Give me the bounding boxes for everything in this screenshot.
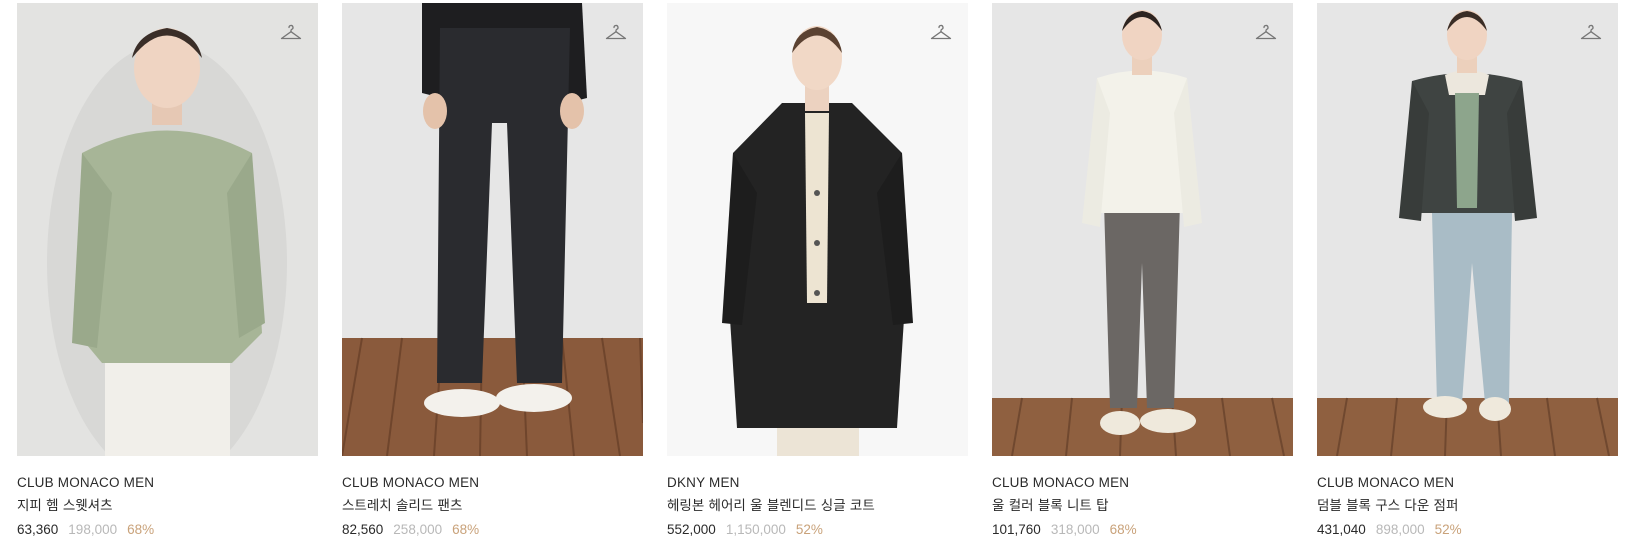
product-name[interactable]: 덤블 블록 구스 다운 점퍼 — [1317, 497, 1618, 515]
model-down-jumper-image — [1317, 3, 1618, 456]
discount-rate: 68% — [127, 522, 155, 537]
product-price: 552,000 1,150,000 52% — [667, 521, 968, 539]
original-price: 318,000 — [1050, 522, 1100, 537]
sale-price: 431,040 — [1317, 522, 1366, 537]
product-name[interactable]: 울 컬러 블록 니트 탑 — [992, 497, 1293, 515]
product-image[interactable] — [1317, 3, 1618, 456]
original-price: 258,000 — [393, 522, 443, 537]
product-brand[interactable]: CLUB MONACO MEN — [1317, 474, 1618, 492]
product-name[interactable]: 스트레치 솔리드 팬츠 — [342, 497, 643, 515]
product-card[interactable]: CLUB MONACO MEN 덤블 블록 구스 다운 점퍼 431,040 8… — [1317, 3, 1618, 539]
original-price: 898,000 — [1375, 522, 1425, 537]
product-card[interactable]: CLUB MONACO MEN 스트레치 솔리드 팬츠 82,560 258,0… — [342, 3, 643, 539]
product-price: 63,360 198,000 68% — [17, 521, 318, 539]
hanger-icon[interactable] — [279, 21, 303, 45]
hanger-icon[interactable] — [1579, 21, 1603, 45]
product-brand[interactable]: CLUB MONACO MEN — [17, 474, 318, 492]
sale-price: 101,760 — [992, 522, 1041, 537]
sale-price: 552,000 — [667, 522, 716, 537]
product-image[interactable] — [992, 3, 1293, 456]
model-white-knit-image — [992, 3, 1293, 456]
model-black-pants-image — [342, 3, 643, 456]
product-card[interactable]: CLUB MONACO MEN 울 컬러 블록 니트 탑 101,760 318… — [992, 3, 1293, 539]
product-image[interactable] — [342, 3, 643, 456]
product-name[interactable]: 지피 헴 스웻셔츠 — [17, 497, 318, 515]
product-image[interactable] — [667, 3, 968, 456]
discount-rate: 52% — [1434, 522, 1462, 537]
product-brand[interactable]: CLUB MONACO MEN — [342, 474, 643, 492]
product-brand[interactable]: CLUB MONACO MEN — [992, 474, 1293, 492]
original-price: 1,150,000 — [725, 522, 786, 537]
hanger-icon[interactable] — [604, 21, 628, 45]
product-brand[interactable]: DKNY MEN — [667, 474, 968, 492]
product-card[interactable]: CLUB MONACO MEN 지피 헴 스웻셔츠 63,360 198,000… — [17, 3, 318, 539]
product-image[interactable] — [17, 3, 318, 456]
product-grid: CLUB MONACO MEN 지피 헴 스웻셔츠 63,360 198,000… — [17, 3, 1618, 539]
model-black-coat-image — [667, 3, 968, 456]
hanger-icon[interactable] — [1254, 21, 1278, 45]
sale-price: 82,560 — [342, 522, 384, 537]
product-price: 431,040 898,000 52% — [1317, 521, 1618, 539]
sale-price: 63,360 — [17, 522, 59, 537]
model-sage-sweatshirt-image — [17, 3, 318, 456]
discount-rate: 52% — [795, 522, 823, 537]
discount-rate: 68% — [452, 522, 480, 537]
product-card[interactable]: DKNY MEN 헤링본 헤어리 울 블렌디드 싱글 코트 552,000 1,… — [667, 3, 968, 539]
product-price: 101,760 318,000 68% — [992, 521, 1293, 539]
product-price: 82,560 258,000 68% — [342, 521, 643, 539]
discount-rate: 68% — [1109, 522, 1137, 537]
product-name[interactable]: 헤링본 헤어리 울 블렌디드 싱글 코트 — [667, 497, 968, 515]
original-price: 198,000 — [68, 522, 118, 537]
hanger-icon[interactable] — [929, 21, 953, 45]
